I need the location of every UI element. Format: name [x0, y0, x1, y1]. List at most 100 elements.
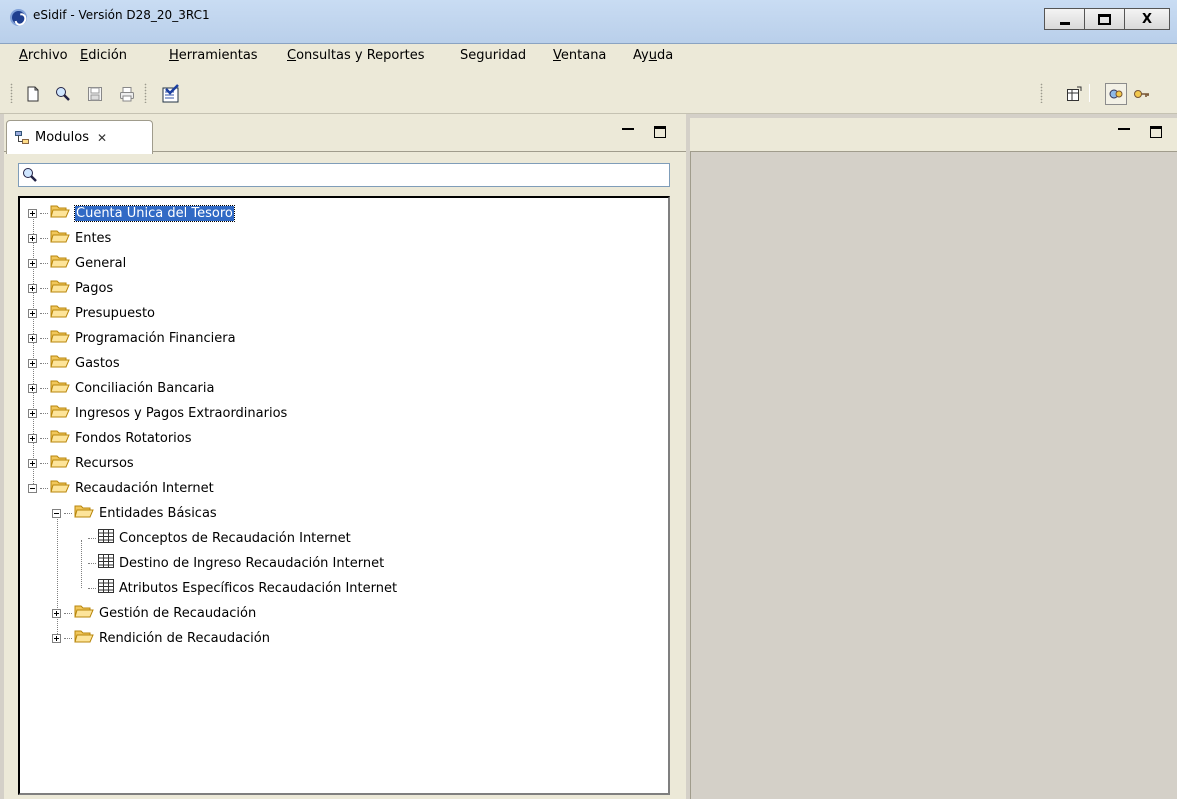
tree-connector — [40, 462, 48, 464]
collapse-icon[interactable] — [28, 483, 37, 493]
folder-icon — [50, 279, 70, 297]
tree-folder-item[interactable]: Entes — [28, 228, 111, 248]
save-icon — [88, 87, 102, 101]
tree-connector — [64, 512, 72, 514]
close-tab-icon[interactable]: ✕ — [97, 131, 107, 145]
expand-icon[interactable] — [52, 633, 61, 643]
tree-folder-item[interactable]: Entidades Básicas — [52, 503, 217, 523]
perspective-keys-button[interactable] — [1131, 83, 1153, 105]
maximize-view-button[interactable] — [654, 126, 666, 138]
tree-item-label: Entidades Básicas — [99, 505, 217, 521]
folder-icon — [50, 304, 70, 322]
print-icon — [120, 87, 134, 102]
table-icon — [98, 554, 114, 572]
print-button[interactable] — [116, 83, 138, 105]
expand-icon[interactable] — [28, 283, 37, 293]
modules-tree[interactable]: Cuenta Única del Tesoro Entes General Pagos… — [18, 196, 670, 795]
perspective-modules-icon — [1109, 89, 1123, 99]
menu-herramientas[interactable]: Herramientas — [169, 48, 258, 63]
minimize-editor-button[interactable] — [1118, 124, 1130, 130]
menu-archivo[interactable]: Archivo — [19, 48, 68, 63]
expand-icon[interactable] — [28, 208, 37, 218]
tree-folder-item[interactable]: Conciliación Bancaria — [28, 378, 214, 398]
tree-item-label: Pagos — [75, 280, 114, 296]
tree-folder-item[interactable]: Recursos — [28, 453, 134, 473]
tree-table-item[interactable]: Atributos Específicos Recaudación Intern… — [76, 578, 397, 598]
tree-item-label: Fondos Rotatorios — [75, 430, 192, 446]
menu-consultas-y-reportes[interactable]: Consultas y Reportes — [287, 48, 425, 63]
minimize-view-button[interactable] — [622, 124, 634, 130]
tree-connector — [40, 212, 48, 214]
folder-icon — [50, 204, 70, 222]
open-perspective-icon — [1067, 86, 1082, 101]
tree-connector — [40, 312, 48, 314]
expand-icon[interactable] — [28, 333, 37, 343]
menu-ventana[interactable]: Ventana — [553, 48, 606, 63]
tree-table-item[interactable]: Conceptos de Recaudación Internet — [76, 528, 351, 548]
tree-item-label: General — [75, 255, 127, 271]
new-document-button[interactable] — [22, 83, 44, 105]
tree-connector — [64, 612, 72, 614]
title-bar: eSidif - Versión D28_20_3RC1 X — [0, 0, 1177, 44]
folder-icon — [50, 429, 70, 447]
tree-connector — [40, 337, 48, 339]
module-search-field[interactable] — [18, 163, 670, 187]
expand-icon[interactable] — [28, 358, 37, 368]
maximize-editor-button[interactable] — [1150, 126, 1162, 138]
expand-icon[interactable] — [28, 258, 37, 268]
tree-item-label: Gastos — [75, 355, 120, 371]
tree-item-label: Recursos — [75, 455, 134, 471]
folder-icon — [50, 454, 70, 472]
checklist-button[interactable] — [160, 83, 182, 105]
tree-connector — [40, 412, 48, 414]
maximize-button[interactable] — [1084, 8, 1125, 30]
tree-folder-item[interactable]: Pagos — [28, 278, 113, 298]
tree-folder-item[interactable]: Gestión de Recaudación — [52, 603, 256, 623]
menu-ayuda[interactable]: Ayuda — [633, 48, 673, 63]
tree-item-label: Gestión de Recaudación — [99, 605, 257, 621]
tree-folder-item[interactable]: Cuenta Única del Tesoro — [28, 203, 235, 223]
folder-icon — [50, 254, 70, 272]
close-button[interactable]: X — [1124, 8, 1170, 30]
tree-folder-item[interactable]: Programación Financiera — [28, 328, 236, 348]
tree-folder-item[interactable]: Ingresos y Pagos Extraordinarios — [28, 403, 287, 423]
menu-seguridad[interactable]: Seguridad — [460, 48, 526, 63]
collapse-icon[interactable] — [52, 508, 61, 518]
expand-icon[interactable] — [28, 233, 37, 243]
expand-icon[interactable] — [28, 433, 37, 443]
folder-icon — [50, 229, 70, 247]
save-button[interactable] — [84, 83, 106, 105]
expand-icon[interactable] — [28, 383, 37, 393]
tree-connector — [40, 437, 48, 439]
tree-item-label: Conciliación Bancaria — [75, 380, 215, 396]
tree-folder-item[interactable]: General — [28, 253, 126, 273]
expand-icon[interactable] — [28, 308, 37, 318]
tab-modulos[interactable]: Modulos ✕ — [6, 120, 153, 154]
perspective-modules-button[interactable] — [1105, 83, 1127, 105]
folder-icon — [74, 604, 94, 622]
expand-icon[interactable] — [28, 408, 37, 418]
open-perspective-button[interactable] — [1063, 83, 1085, 105]
main-toolbar — [0, 74, 1177, 114]
tree-folder-item[interactable]: Recaudación Internet — [28, 478, 214, 498]
tree-item-label: Programación Financiera — [75, 330, 236, 346]
editor-area-tab-strip — [690, 118, 1177, 152]
maximize-icon — [1098, 13, 1111, 25]
expand-icon[interactable] — [28, 458, 37, 468]
toolbar-grip[interactable] — [10, 83, 13, 103]
tree-folder-item[interactable]: Gastos — [28, 353, 120, 373]
menu-bar: Archivo Edición Herramientas Consultas y Re… — [0, 44, 1177, 74]
new-document-icon — [27, 86, 39, 102]
tree-folder-item[interactable]: Fondos Rotatorios — [28, 428, 192, 448]
search-button[interactable] — [52, 83, 74, 105]
tree-folder-item[interactable]: Rendición de Recaudación — [52, 628, 270, 648]
toolbar-grip[interactable] — [144, 83, 147, 103]
close-icon: X — [1141, 11, 1153, 27]
minimize-button[interactable] — [1044, 8, 1085, 30]
tree-table-item[interactable]: Destino de Ingreso Recaudación Internet — [76, 553, 384, 573]
toolbar-grip[interactable] — [1040, 83, 1043, 103]
expand-icon[interactable] — [52, 608, 61, 618]
menu-edición[interactable]: Edición — [80, 48, 127, 63]
app-logo-icon — [10, 9, 27, 26]
tree-folder-item[interactable]: Presupuesto — [28, 303, 155, 323]
